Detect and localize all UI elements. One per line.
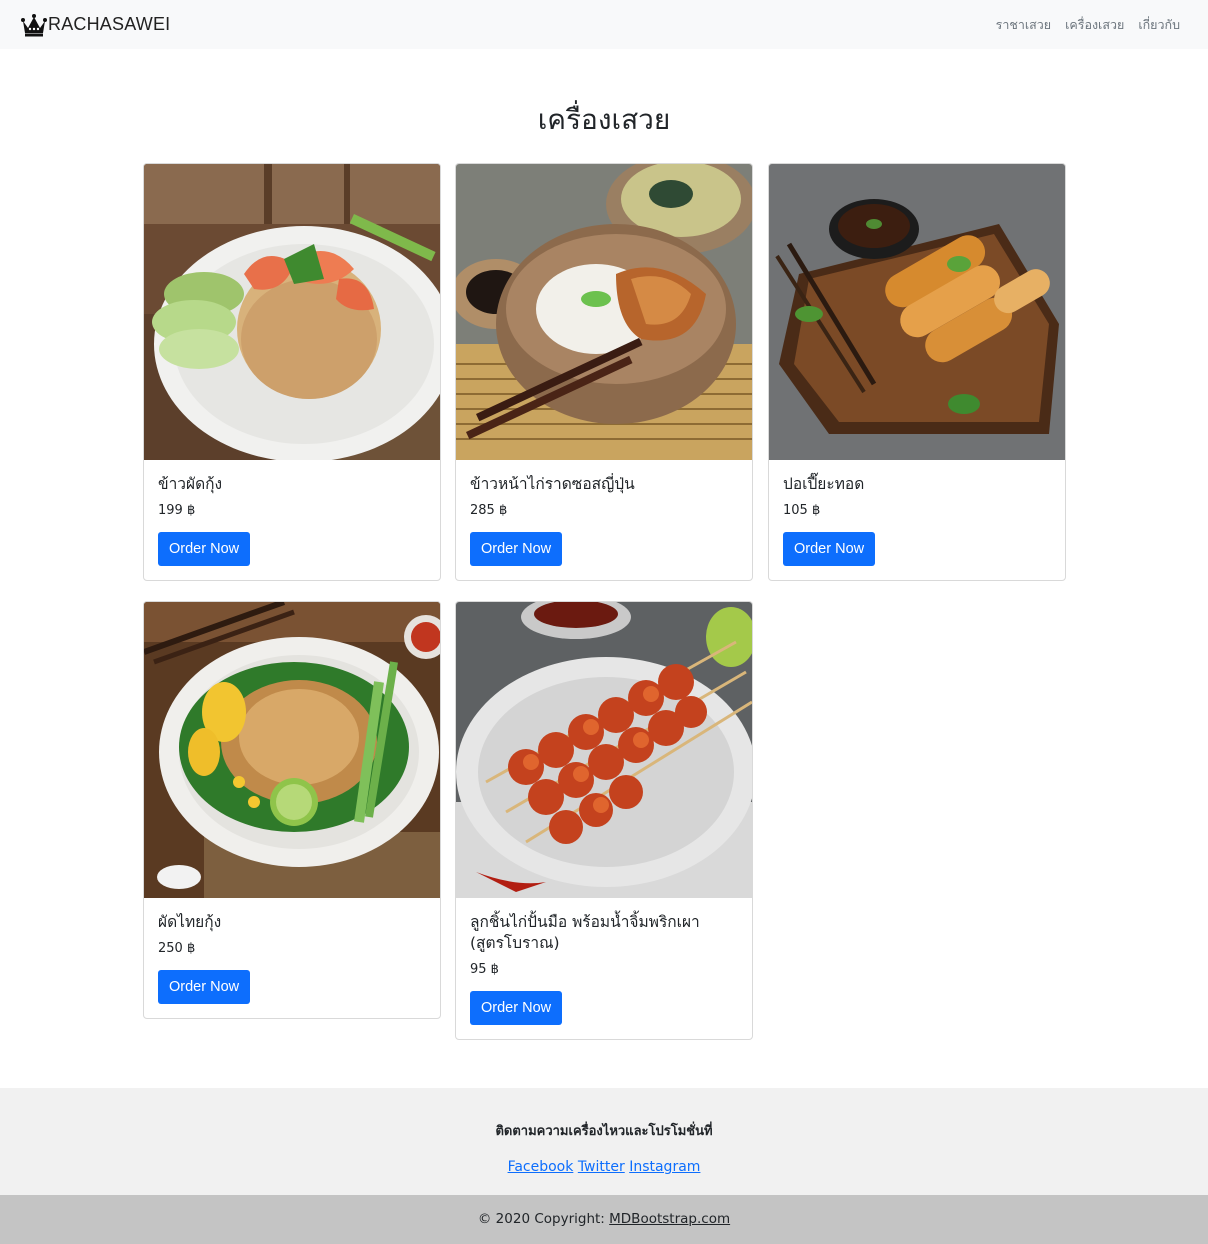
twitter-link[interactable]: Twitter bbox=[578, 1159, 625, 1175]
card-price: 199 ฿ bbox=[158, 503, 196, 518]
card-title: ผัดไทยกุ้ง bbox=[158, 913, 222, 931]
spring-rolls-photo bbox=[769, 164, 1065, 460]
navbar: RACHASAWEI ราชาเสวย เครื่องเสวย เกี่ยวกั… bbox=[0, 0, 1208, 49]
facebook-link[interactable]: Facebook bbox=[508, 1159, 574, 1175]
chicken-rice-bowl-photo bbox=[456, 164, 752, 460]
shrimp-fried-rice-photo bbox=[144, 164, 440, 460]
social-links: Facebook Twitter Instagram bbox=[0, 1159, 1208, 1175]
brand-name: RACHASAWEI bbox=[48, 14, 171, 34]
card-title: ปอเปี๊ยะทอด bbox=[783, 475, 865, 493]
nav-link-menu[interactable]: เครื่องเสวย bbox=[1065, 15, 1124, 35]
mdbootstrap-link[interactable]: MDBootstrap.com bbox=[609, 1211, 730, 1227]
menu-card: ลูกชิ้นไก่ปั้นมือ พร้อมน้ำจิ้มพริกเผา (ส… bbox=[455, 601, 753, 1040]
instagram-link[interactable]: Instagram bbox=[629, 1159, 700, 1175]
order-now-button[interactable]: Order Now bbox=[470, 991, 563, 1025]
page-title: เครื่องเสวย bbox=[537, 103, 671, 136]
card-price: 250 ฿ bbox=[158, 941, 196, 956]
brand-link[interactable]: RACHASAWEI bbox=[20, 12, 170, 38]
pad-thai-photo bbox=[144, 602, 440, 898]
chicken-meatball-skewers-photo bbox=[456, 602, 752, 898]
copyright-bar: © 2020 Copyright: MDBootstrap.com bbox=[0, 1195, 1208, 1244]
card-title: ลูกชิ้นไก่ปั้นมือ พร้อมน้ำจิ้มพริกเผา (ส… bbox=[470, 913, 700, 952]
card-title: ข้าวหน้าไก่ราดซอสญี่ปุ่น bbox=[470, 475, 635, 493]
card-price: 285 ฿ bbox=[470, 503, 508, 518]
follow-text: ติดตามความเครื่องไหวและโปรโมชั่นที่ bbox=[495, 1124, 713, 1139]
copyright-text: © 2020 Copyright: bbox=[477, 1211, 610, 1227]
menu-card: ปอเปี๊ยะทอด 105 ฿ Order Now bbox=[768, 163, 1066, 581]
nav-link-home[interactable]: ราชาเสวย bbox=[996, 15, 1051, 35]
nav-link-about[interactable]: เกี่ยวกับ bbox=[1138, 15, 1180, 35]
footer: ติดตามความเครื่องไหวและโปรโมชั่นที่ Face… bbox=[0, 1088, 1208, 1195]
card-title: ข้าวผัดกุ้ง bbox=[158, 475, 223, 493]
order-now-button[interactable]: Order Now bbox=[158, 970, 251, 1004]
card-price: 95 ฿ bbox=[470, 962, 499, 977]
order-now-button[interactable]: Order Now bbox=[470, 532, 563, 566]
menu-card: ผัดไทยกุ้ง 250 ฿ Order Now bbox=[143, 601, 441, 1019]
crown-icon bbox=[20, 12, 48, 38]
menu-card: ข้าวหน้าไก่ราดซอสญี่ปุ่น 285 ฿ Order Now bbox=[455, 163, 753, 581]
menu-card: ข้าวผัดกุ้ง 199 ฿ Order Now bbox=[143, 163, 441, 581]
order-now-button[interactable]: Order Now bbox=[158, 532, 251, 566]
card-price: 105 ฿ bbox=[783, 503, 821, 518]
nav-links: ราชาเสวย เครื่องเสวย เกี่ยวกับ bbox=[996, 15, 1180, 35]
order-now-button[interactable]: Order Now bbox=[783, 532, 876, 566]
